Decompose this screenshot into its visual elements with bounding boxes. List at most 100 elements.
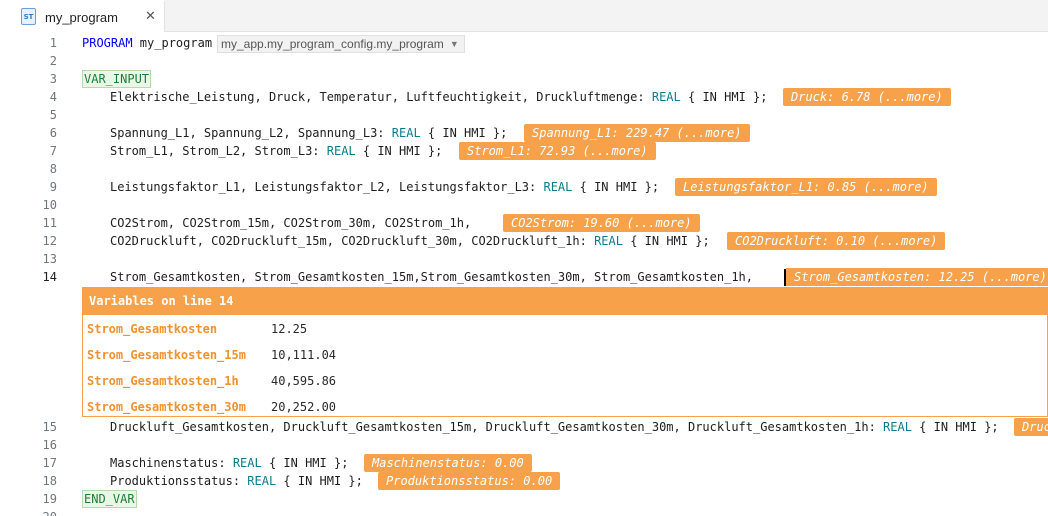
code-text: Strom_Gesamtkosten, Strom_Gesamtkosten_1…	[110, 270, 753, 284]
variables-panel: Variables on line 14 Strom_Gesamtkosten …	[82, 287, 1048, 417]
variable-name: Strom_Gesamtkosten	[87, 322, 218, 336]
variable-row[interactable]: Strom_Gesamtkosten 12.25	[83, 319, 1047, 339]
type-real: REAL	[247, 474, 277, 488]
code-text: CO2Strom, CO2Strom_15m, CO2Strom_30m, CO…	[110, 216, 472, 230]
code-text: Produktionsstatus: REAL { IN HMI };	[110, 472, 363, 490]
line-number: 10	[42, 198, 57, 212]
value-hint[interactable]: CO2Druckluft: 0.10 (...more)	[727, 232, 946, 250]
code-line: 15 Druckluft_Gesamtkosten, Druckluft_Ges…	[0, 418, 1048, 436]
code-line: 20	[0, 508, 1048, 516]
line-number: 9	[49, 180, 57, 194]
line-number: 2	[49, 54, 57, 68]
code-text: END_VAR	[82, 490, 137, 508]
code-text: Spannung_L1, Spannung_L2, Spannung_L3: R…	[110, 124, 507, 142]
variable-value: 12.25	[271, 322, 308, 336]
line-number: 14	[42, 270, 57, 284]
code-line: 3 VAR_INPUT	[0, 70, 1048, 88]
type-real: REAL	[543, 180, 573, 194]
code-line: 17 Maschinenstatus: REAL { IN HMI }; Mas…	[0, 454, 1048, 472]
line-number: 12	[42, 234, 57, 248]
code-text: VAR_INPUT	[82, 70, 152, 88]
type-real: REAL	[232, 456, 262, 470]
type-real: REAL	[594, 234, 623, 248]
code-line: 12 CO2Druckluft, CO2Druckluft_15m, CO2Dr…	[0, 232, 1048, 250]
attribute-in-hmi: { IN HMI };	[572, 180, 660, 194]
code-line: 19 END_VAR	[0, 490, 1048, 508]
code-text: Maschinenstatus: REAL { IN HMI };	[110, 454, 348, 472]
line-number: 20	[0, 508, 57, 516]
variable-list: Druckluft_Gesamtkosten, Druckluft_Gesamt…	[110, 420, 884, 434]
line-number: 18	[42, 474, 57, 488]
variable-row[interactable]: Strom_Gesamtkosten_15m 10,111.04	[83, 345, 1047, 365]
line-number: 15	[42, 420, 57, 434]
value-hint[interactable]: Strom_Gesamtkosten: 12.25 (...more)	[786, 268, 1048, 286]
value-hint[interactable]: Maschinenstatus: 0.00	[364, 454, 532, 472]
code-line: 7 Strom_L1, Strom_L2, Strom_L3: REAL { I…	[0, 142, 1048, 160]
structured-text-file-icon: ST	[21, 8, 36, 25]
code-text: Leistungsfaktor_L1, Leistungsfaktor_L2, …	[110, 178, 659, 196]
code-line: 18 Produktionsstatus: REAL { IN HMI }; P…	[0, 472, 1048, 490]
variable-list: CO2Druckluft, CO2Druckluft_15m, CO2Druck…	[110, 234, 595, 248]
code-editor[interactable]: 1 PROGRAM my_program my_app.my_program_c…	[0, 33, 1048, 516]
value-hint[interactable]: Leistungsfaktor_L1: 0.85 (...more)	[675, 178, 937, 196]
attribute-in-hmi: { IN HMI };	[622, 234, 710, 248]
value-hint[interactable]: Druck: 6.78 (...more)	[783, 88, 951, 106]
variable-row[interactable]: Strom_Gesamtkosten_30m 20,252.00	[83, 397, 1047, 417]
code-text: CO2Druckluft, CO2Druckluft_15m, CO2Druck…	[110, 232, 710, 250]
line-number: 8	[49, 162, 57, 176]
variable-list: Leistungsfaktor_L1, Leistungsfaktor_L2, …	[110, 180, 544, 194]
type-real: REAL	[883, 420, 912, 434]
tab-my-program[interactable]: ST my_program ✕	[0, 0, 165, 32]
keyword-end-var: END_VAR	[82, 490, 137, 508]
line-number: 5	[49, 108, 57, 122]
code-text: Druckluft_Gesamtkosten, Druckluft_Gesamt…	[110, 418, 999, 436]
variable-value: 20,252.00	[271, 400, 337, 414]
attribute-in-hmi: { IN HMI };	[276, 474, 363, 488]
variable-name: Strom_Gesamtkosten_30m	[87, 400, 246, 414]
attribute-in-hmi: { IN HMI };	[420, 126, 508, 140]
line-number: 1	[49, 36, 57, 50]
line-number: 6	[49, 126, 57, 140]
variable-value: 10,111.04	[271, 348, 337, 362]
value-hint[interactable]: Spannung_L1: 229.47 (...more)	[524, 124, 750, 142]
line-number: 4	[49, 90, 57, 104]
line-number: 17	[42, 456, 57, 470]
tab-title: my_program	[45, 10, 118, 25]
close-icon[interactable]: ✕	[145, 9, 156, 24]
value-hint[interactable]: Druc	[1014, 418, 1048, 436]
keyword-var-input: VAR_INPUT	[82, 70, 152, 88]
variable-list: Produktionsstatus:	[110, 474, 248, 488]
tab-bar: ST my_program ✕	[0, 0, 1048, 32]
line-number: 3	[49, 72, 57, 86]
code-text: Strom_L1, Strom_L2, Strom_L3: REAL { IN …	[110, 142, 442, 160]
line-number: 16	[42, 438, 57, 452]
code-line: 11 CO2Strom, CO2Strom_15m, CO2Strom_30m,…	[0, 214, 1048, 232]
line-number: 11	[42, 216, 57, 230]
attribute-in-hmi: { IN HMI };	[355, 144, 443, 158]
code-text: PROGRAM my_program	[82, 34, 212, 52]
code-line: 4 Elektrische_Leistung, Druck, Temperatu…	[0, 88, 1048, 106]
variable-value: 40,595.86	[271, 374, 337, 388]
value-hint[interactable]: Strom_L1: 72.93 (...more)	[459, 142, 656, 160]
type-real: REAL	[391, 126, 421, 140]
code-line: 10	[0, 196, 1048, 214]
variable-list: Elektrische_Leistung, Druck, Temperatur,…	[110, 90, 652, 104]
code-line: 13	[0, 250, 1048, 268]
keyword-program: PROGRAM	[82, 36, 133, 50]
code-line: 16	[0, 436, 1048, 454]
program-config-select[interactable]: my_app.my_program_config.my_program ▼	[217, 35, 465, 53]
code-line: 5	[0, 106, 1048, 124]
variable-row[interactable]: Strom_Gesamtkosten_1h 40,595.86	[83, 371, 1047, 391]
variables-panel-title: Variables on line 14	[83, 288, 1047, 315]
line-number: 19	[42, 492, 57, 506]
code-line: 9 Leistungsfaktor_L1, Leistungsfaktor_L2…	[0, 178, 1048, 196]
variable-name: Strom_Gesamtkosten_1h	[87, 374, 239, 388]
value-hint[interactable]: Produktionsstatus: 0.00	[378, 472, 561, 490]
value-hint[interactable]: CO2Strom: 19.60 (...more)	[503, 214, 700, 232]
program-name: my_program	[132, 36, 213, 50]
variable-list: Maschinenstatus:	[110, 456, 233, 470]
attribute-in-hmi: { IN HMI };	[911, 420, 999, 434]
line-number: 7	[49, 144, 57, 158]
variable-list: Spannung_L1, Spannung_L2, Spannung_L3:	[110, 126, 392, 140]
code-line: 6 Spannung_L1, Spannung_L2, Spannung_L3:…	[0, 124, 1048, 142]
